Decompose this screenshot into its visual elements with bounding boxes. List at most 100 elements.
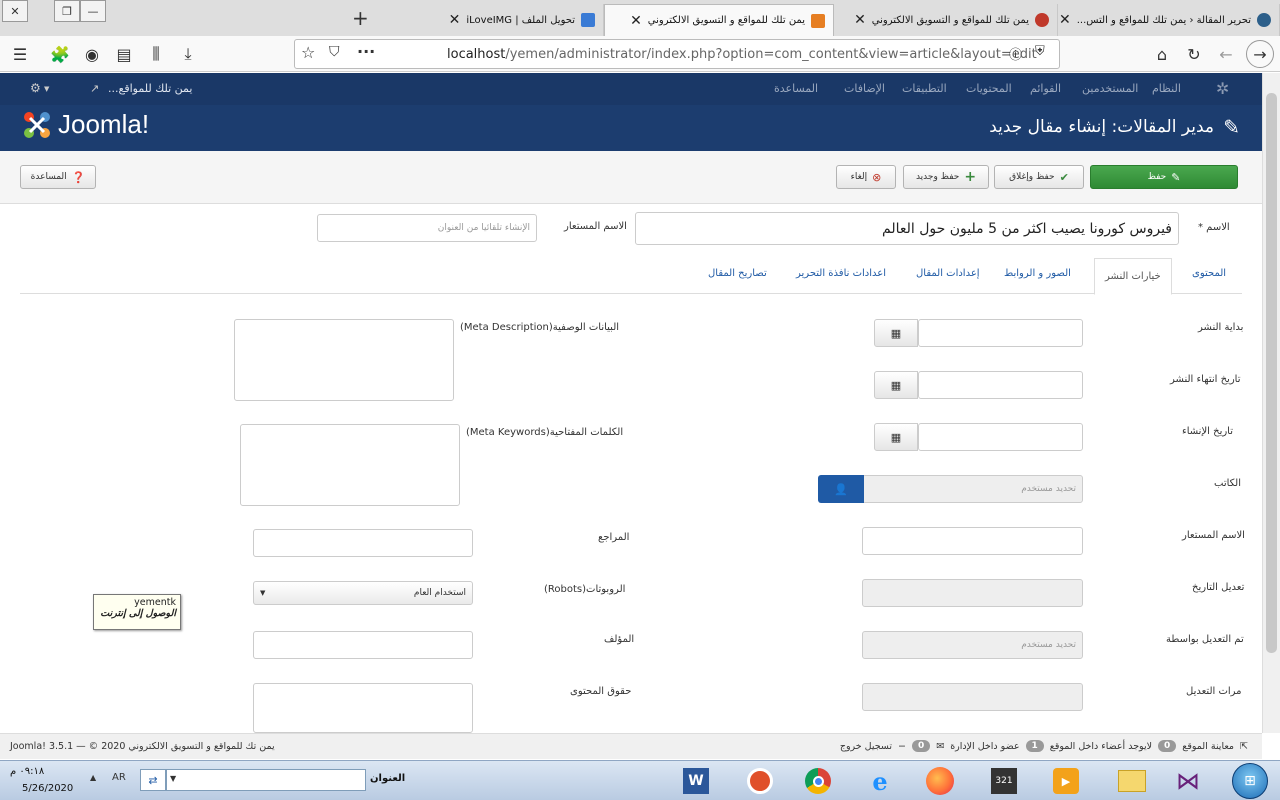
extension-icon[interactable]: 🧩 <box>48 42 72 66</box>
meta-author-input[interactable] <box>253 631 473 659</box>
close-tab-icon[interactable]: ✕ <box>1059 12 1071 28</box>
chrome-icon[interactable] <box>798 765 838 797</box>
tab-publishing[interactable]: خيارات النشر <box>1094 258 1172 295</box>
cancel-button[interactable]: ⊗ إلغاء <box>836 165 896 189</box>
created-input[interactable] <box>918 423 1083 451</box>
minimize-window-icon[interactable]: — <box>80 0 106 22</box>
browser-tab[interactable]: يمن تلك للمواقع و التسويق الالكتروني ✕ <box>834 4 1058 36</box>
firefox-icon[interactable] <box>920 765 960 797</box>
language-indicator[interactable]: AR <box>112 772 126 783</box>
visitors-text: لايوجد أعضاء داخل الموقع <box>1049 740 1153 752</box>
back-icon[interactable]: ← <box>1214 42 1238 66</box>
close-tab-icon[interactable]: ✕ <box>854 12 866 28</box>
admin-status-bar: يمن تك للمواقع و التسويق الالكتروني Joom… <box>0 733 1262 759</box>
tab-article-options[interactable]: إعدادات المقال <box>916 268 980 279</box>
save-button[interactable]: ✎ حفظ <box>1090 165 1238 189</box>
iloveimg-favicon-icon <box>581 13 595 27</box>
address-bar[interactable]: ☆ ⛉ ··· localhost/yemen/administrator/in… <box>294 39 1060 69</box>
tab-images-links[interactable]: الصور و الروابط <box>1004 268 1071 279</box>
save-new-button[interactable]: + حفظ وجديد <box>903 165 989 189</box>
pocket-icon[interactable]: ⛉ <box>329 44 340 60</box>
start-button-icon[interactable]: ⊞ <box>1232 763 1268 799</box>
status-items: ⇱ معاينة الموقع 0 لايوجد أعضاء داخل المو… <box>840 740 1248 752</box>
menu-components[interactable]: التطبيقات <box>902 82 947 95</box>
close-window-icon[interactable]: ✕ <box>2 0 28 22</box>
media-player-classic-icon[interactable]: ▶ <box>1046 765 1086 797</box>
shield-icon[interactable]: ⛨ <box>1035 44 1045 59</box>
created-label: تاريخ الإنشاء <box>1182 426 1234 437</box>
reference-input[interactable] <box>253 529 473 557</box>
close-tab-icon[interactable]: ✕ <box>449 12 461 28</box>
save-close-button[interactable]: ✔ حفظ وإغلاق <box>994 165 1084 189</box>
publish-down-input[interactable] <box>918 371 1083 399</box>
video-editor-icon[interactable]: 321 <box>984 765 1024 797</box>
publish-up-input[interactable] <box>918 319 1083 347</box>
windows-taskbar: ٠٩:١٨ م 5/26/2020 ▲ AR ⇄ ▼ العنوان W e 3… <box>0 760 1280 800</box>
star-icon[interactable]: ☆ <box>301 43 315 62</box>
site-link[interactable]: يمن تلك للمواقع... <box>108 82 192 95</box>
browser-tab[interactable]: تحرير المقالة ‹ يمن تلك للمواقع و التس..… <box>1058 4 1280 36</box>
library-icon[interactable]: ⫼ <box>144 42 168 66</box>
scroll-thumb[interactable] <box>1266 93 1277 653</box>
close-tab-icon[interactable]: ✕ <box>630 13 642 29</box>
calendar-icon[interactable]: ▦ <box>874 319 918 347</box>
alias-input[interactable]: الإنشاء تلقائيا من العنوان <box>317 214 537 242</box>
reader-icon[interactable]: ▤ <box>112 42 136 66</box>
external-link-icon: ↗ <box>90 82 100 95</box>
reload-icon[interactable]: ↻ <box>1182 42 1206 66</box>
info-icon[interactable]: ⓘ <box>1009 44 1022 63</box>
browser-tab[interactable]: تحويل الملف | iLoveIMG ✕ <box>380 4 604 36</box>
forward-icon[interactable]: → <box>1246 40 1274 68</box>
calendar-icon[interactable]: ▦ <box>874 423 918 451</box>
go-arrows-icon[interactable]: ⇄ <box>140 769 166 791</box>
external-link-icon: ⇱ <box>1240 740 1248 752</box>
more-icon[interactable]: ··· <box>357 42 375 61</box>
joomla-small-icon[interactable]: ✲ <box>1216 79 1229 98</box>
menu-users[interactable]: المستخدمين <box>1082 82 1138 95</box>
robots-select[interactable]: استخدام العام ▼ <box>253 581 473 605</box>
file-explorer-icon[interactable] <box>1112 765 1152 797</box>
address-toolbar-input[interactable]: ▼ <box>166 769 366 791</box>
menu-content[interactable]: المحتويات <box>966 82 1012 95</box>
meta-description-label: البيانات الوصفية(Meta Description) <box>460 322 620 333</box>
new-tab-icon[interactable]: + <box>352 6 369 30</box>
tab-permissions[interactable]: تصاريح المقال <box>708 268 767 279</box>
menu-icon[interactable]: ☰ <box>8 42 32 66</box>
select-user-icon[interactable]: 👤 <box>818 475 864 503</box>
home-icon[interactable]: ⌂ <box>1150 42 1174 66</box>
browser-tab-active[interactable]: يمن تلك للمواقع و التسويق الالكتروني ✕ <box>604 4 834 36</box>
form-tabs: المحتوى خيارات النشر الصور و الروابط إعد… <box>20 258 1242 295</box>
tab-editor-config[interactable]: اعدادات نافذة التحرير <box>796 268 886 279</box>
settings-gear-icon[interactable]: ⚙ <box>30 81 41 95</box>
rights-textarea[interactable] <box>253 683 473 733</box>
title-input[interactable]: فيروس كورونا يصيب اكثر من 5 مليون حول ال… <box>635 212 1179 245</box>
download-icon[interactable]: ⤓ <box>176 42 200 66</box>
preview-site-link[interactable]: معاينة الموقع <box>1182 741 1234 752</box>
visual-studio-icon[interactable]: ⋈ <box>1168 765 1208 797</box>
account-icon[interactable]: ◉ <box>80 42 104 66</box>
minus-icon: − <box>898 740 906 752</box>
url-text[interactable]: localhost/yemen/administrator/index.php?… <box>447 47 1037 62</box>
clock-date: 5/26/2020 <box>22 783 74 794</box>
menu-help[interactable]: المساعدة <box>774 82 818 95</box>
tray-up-arrow-icon[interactable]: ▲ <box>90 773 96 782</box>
restore-window-icon[interactable]: ❐ <box>54 0 80 22</box>
calendar-icon[interactable]: ▦ <box>874 371 918 399</box>
alias-label: الاسم المستعار <box>564 221 627 232</box>
menu-system[interactable]: النظام <box>1152 82 1181 95</box>
address-toolbar-label: العنوان <box>370 773 406 784</box>
menu-menus[interactable]: القوائم <box>1030 82 1061 95</box>
menu-extensions[interactable]: الإضافات <box>844 82 885 95</box>
reference-label: المراجع <box>598 532 630 543</box>
word-icon[interactable]: W <box>676 765 716 797</box>
logout-link[interactable]: تسجيل خروج <box>840 741 892 752</box>
meta-description-textarea[interactable] <box>234 319 454 401</box>
tab-title: يمن تلك للمواقع و التسويق الالكتروني <box>871 14 1029 26</box>
media-player-icon[interactable] <box>740 765 780 797</box>
page-scrollbar[interactable] <box>1262 73 1280 733</box>
alias-author-input[interactable] <box>862 527 1083 555</box>
help-button[interactable]: ❓ المساعدة <box>20 165 96 189</box>
tab-content[interactable]: المحتوى <box>1192 268 1226 279</box>
internet-explorer-icon[interactable]: e <box>860 765 900 797</box>
meta-keywords-textarea[interactable] <box>240 424 460 506</box>
